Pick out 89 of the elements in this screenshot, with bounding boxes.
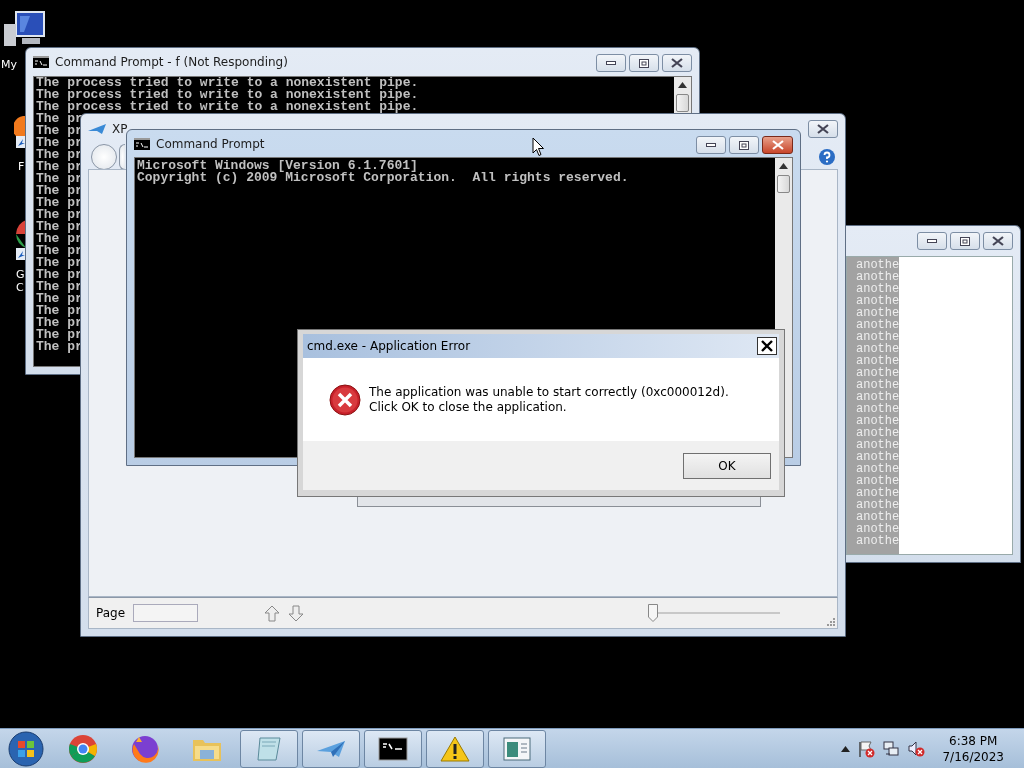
taskbar-button[interactable] [364,729,422,768]
window-title: Command Prompt - f (Not Responding) [55,55,288,69]
maximize-button[interactable] [729,136,759,154]
maximize-icon [639,58,649,68]
icon-label: F [18,160,25,173]
window-icon [502,735,532,762]
text-line: anothe [856,523,900,535]
caret-icon[interactable] [841,745,851,752]
warning-icon [440,734,470,763]
text-line: anothe [856,475,900,487]
console-icon [33,56,49,68]
text-line: anothe [856,415,900,427]
close-icon [771,140,784,150]
browser-icon [68,733,98,764]
paper-plane-icon [88,123,106,135]
minimize-button[interactable] [596,54,626,72]
text-line: anothe [856,451,900,463]
text-line: anothe [856,283,900,295]
text-line: anothe [856,403,900,415]
dialog-title: cmd.exe - Application Error [307,339,471,353]
scroll-thumb[interactable] [676,94,689,112]
speaker-icon[interactable] [907,739,926,758]
text-line: anothe [856,343,900,355]
scroll-up-icon[interactable] [678,82,687,88]
close-button[interactable] [983,232,1013,250]
console-line: The process tried to write to a nonexistent pipe. [36,101,419,113]
text-line: anothe [856,427,900,439]
console-line: The pr [36,113,83,125]
maximize-icon [960,236,970,246]
text-line: anothe [856,511,900,523]
resize-grip-icon[interactable] [826,617,835,626]
page-label: Page [96,606,126,620]
console-icon [134,137,150,150]
console-line: Microsoft Windows [Version 6.1.7601] [137,160,418,172]
maximize-icon [739,140,749,150]
maximize-button[interactable] [950,232,980,250]
close-icon [992,236,1004,246]
close-button[interactable] [662,54,692,72]
console-line: The process tried to write to a nonexistent pipe. [36,89,419,101]
text-line: anothe [856,487,900,499]
network-icon[interactable] [882,739,901,758]
icon-label: C [16,281,25,294]
text-line: anothe [856,271,900,283]
browser-icon [130,733,160,764]
console-icon [378,736,408,761]
text-line: anothe [856,367,900,379]
text-line: anothe [856,391,900,403]
close-icon [817,124,829,134]
text-line: anothe [856,295,900,307]
text-line: anothe [856,355,900,367]
icon-label: G [16,268,25,281]
text-line: anothe [856,331,900,343]
minimize-button[interactable] [917,232,947,250]
slider-thumb[interactable] [648,604,659,622]
console-line: Copyright (c) 2009 Microsoft Corporation. All rights reserved. [137,172,629,184]
icon-label: My [1,58,17,71]
down-arrow-icon[interactable] [288,604,305,622]
text-line: anothe [856,463,900,475]
clock-time: 6:38 PM [949,732,998,749]
window-title: Command Prompt [156,136,265,151]
close-button[interactable] [757,337,777,355]
zoom-slider[interactable] [648,603,781,623]
minimize-button[interactable] [696,136,726,154]
text-line: anothe [856,379,900,391]
error-message: The application was unable to start correctly (0xc000012d). Click OK to close the application. [369,385,730,415]
close-icon [671,58,683,68]
maximize-button[interactable] [629,54,659,72]
ok-button[interactable]: OK [683,452,771,479]
minimize-icon [606,61,616,65]
error-icon [329,384,361,416]
minimize-icon [706,143,716,147]
text-line: anothe [856,307,900,319]
close-button[interactable] [808,120,838,138]
close-button[interactable] [762,136,793,154]
forward-button[interactable] [119,143,125,170]
text-line: anothe [856,499,900,511]
minimize-icon [927,239,937,243]
flag-icon[interactable] [857,739,876,758]
console-line: The process tried to write to a nonexistent pipe. [36,77,419,89]
text-line: anothe [856,535,900,547]
scroll-thumb[interactable] [777,175,790,193]
text-line: anothe [856,259,900,271]
clock-date: 7/16/2023 [942,748,1004,765]
text-line: anothe [856,439,900,451]
text-line: anothe [856,319,900,331]
window-title: XP [112,122,128,136]
help-icon[interactable] [818,147,836,166]
page-field[interactable] [133,604,199,622]
up-arrow-icon[interactable] [264,604,281,622]
